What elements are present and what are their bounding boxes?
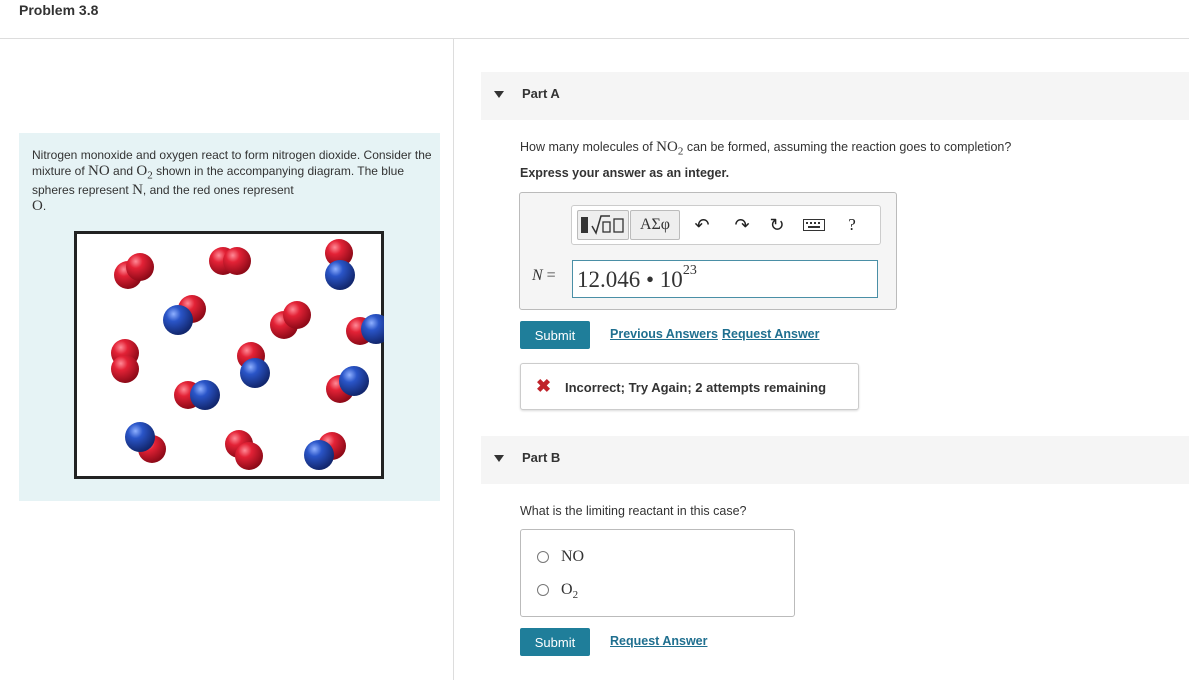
answer-exponent: 23 <box>682 263 697 279</box>
o2-formula: O <box>136 162 148 179</box>
undo-icon[interactable]: ↶ <box>692 215 712 235</box>
option-subscript: 2 <box>572 589 579 602</box>
no2-formula: NO <box>656 139 678 155</box>
option-label: NO <box>561 548 584 566</box>
reset-icon[interactable]: ↻ <box>767 215 787 235</box>
collapse-triangle-icon[interactable] <box>494 91 504 98</box>
molecule-diagram-svg <box>74 231 384 479</box>
problem-panel: Nitrogen monoxide and oxygen react to fo… <box>19 133 440 501</box>
fraction-sqrt-template-icon <box>580 214 626 236</box>
problem-text-part: , and the red ones represent <box>142 183 294 198</box>
option-label: O2 <box>561 581 578 601</box>
option-formula: NO <box>561 548 585 565</box>
o2-molecule <box>111 339 139 383</box>
equals-sign: = <box>542 267 556 284</box>
header-divider <box>0 38 1189 39</box>
part-b-header[interactable]: Part B <box>481 436 1189 484</box>
options-box: NO O2 <box>520 529 795 617</box>
question-text: How many molecules of <box>520 140 657 154</box>
collapse-triangle-icon[interactable] <box>494 455 504 462</box>
answer-value: 12.046 • 1023 <box>577 263 697 293</box>
part-b-request-answer-link[interactable]: Request Answer <box>610 634 707 648</box>
no-molecule <box>174 380 220 410</box>
no-molecule <box>325 239 355 290</box>
previous-answers-link[interactable]: Previous Answers <box>610 327 718 341</box>
question-text: can be formed, assuming the reaction goe… <box>683 140 1012 154</box>
part-b-submit-button[interactable]: Submit <box>520 628 590 656</box>
part-a-instruction: Express your answer as an integer. <box>520 166 730 180</box>
problem-text-part: . <box>42 198 47 213</box>
incorrect-x-icon: ✖ <box>536 376 552 396</box>
redo-icon[interactable]: ↷ <box>732 215 752 235</box>
variable-label: N = <box>532 267 556 285</box>
part-a-question: How many molecules of NO2 can be formed,… <box>520 139 1011 158</box>
column-divider <box>453 39 454 680</box>
radio-button[interactable] <box>537 551 549 563</box>
part-b-question: What is the limiting reactant in this ca… <box>520 504 747 518</box>
molecule-diagram <box>74 231 384 479</box>
page-title: Problem 3.8 <box>19 2 99 18</box>
no-formula: NO <box>88 162 110 179</box>
feedback-message: Incorrect; Try Again; 2 attempts remaini… <box>565 380 827 395</box>
answer-mantissa: 12.046 • 10 <box>577 267 683 292</box>
part-a-header[interactable]: Part A <box>481 72 1189 120</box>
option-formula: O <box>561 581 573 598</box>
variable-symbol: N <box>532 267 543 284</box>
part-a-submit-button[interactable]: Submit <box>520 321 590 349</box>
radio-button[interactable] <box>537 584 549 596</box>
n-symbol: N <box>132 182 143 199</box>
answer-box: ΑΣφ ↶ ↷ ↻ ? N = 12.046 • 1023 <box>519 192 897 310</box>
feedback-box: ✖ Incorrect; Try Again; 2 attempts remai… <box>520 363 859 410</box>
problem-statement: Nitrogen monoxide and oxygen react to fo… <box>32 148 432 214</box>
templates-button[interactable] <box>577 210 629 240</box>
answer-input[interactable]: 12.046 • 1023 <box>572 260 878 298</box>
part-b-label: Part B <box>522 450 561 465</box>
problem-text-part: and <box>109 163 137 178</box>
keyboard-icon[interactable] <box>802 215 826 235</box>
part-a-request-answer-link[interactable]: Request Answer <box>722 327 819 341</box>
help-icon[interactable]: ? <box>842 215 862 235</box>
o2-molecule <box>209 247 251 275</box>
part-a-label: Part A <box>522 86 560 101</box>
o-symbol: O <box>32 197 43 214</box>
math-toolbar: ΑΣφ ↶ ↷ ↻ ? <box>571 205 881 245</box>
symbols-button[interactable]: ΑΣφ <box>630 210 680 240</box>
